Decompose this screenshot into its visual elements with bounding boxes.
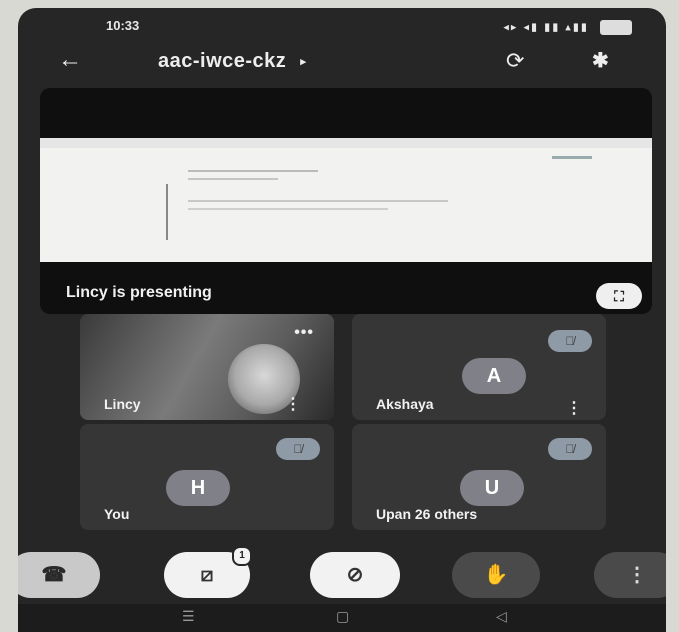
phone-screen: 10:33 ◂▸ ◂▮ ▮▮ ▴▮▮ ← aac-iwce-ckz ▸ ⟳ ✱ … [18, 8, 666, 632]
participant-name: You [104, 506, 130, 522]
mic-off-icon: 🎙̸ [548, 330, 592, 352]
more-dots-icon[interactable]: ••• [294, 324, 314, 342]
avatar: H [166, 470, 230, 506]
shared-text-line [188, 170, 318, 172]
mic-off-icon: 🎙̸ [548, 438, 592, 460]
fullscreen-button[interactable]: ⛶ [596, 283, 642, 309]
more-options-button[interactable]: ⋮ [594, 552, 666, 598]
participant-name: Akshaya [376, 396, 434, 412]
meeting-header: ← aac-iwce-ckz ▸ ⟳ ✱ [18, 42, 666, 86]
shared-screen [40, 138, 652, 262]
status-time: 10:33 [106, 18, 140, 33]
participant-name: Upan 26 others [376, 506, 477, 522]
participant-tile-akshaya[interactable]: 🎙̸ A Akshaya ⋮ [352, 314, 606, 420]
signal-icons: ◂▸ ◂▮ ▮▮ ▴▮▮ [503, 20, 632, 35]
shared-text-line [188, 208, 388, 210]
meeting-code-label: aac-iwce-ckz [158, 50, 287, 72]
tile-menu-icon[interactable]: ⋮ [566, 398, 582, 418]
tile-menu-icon[interactable]: ⋮ [285, 394, 301, 414]
switch-camera-icon[interactable]: ⟳ [506, 48, 524, 74]
mic-toggle-button[interactable]: ⊘ [310, 552, 400, 598]
system-nav-bar: ☰ ▢ ◁ [18, 604, 666, 632]
participant-name-label: Upan [376, 506, 411, 522]
shared-divider [166, 184, 168, 240]
presentation-panel[interactable]: Lincy is presenting ⛶ [40, 88, 652, 314]
participant-tile-lincy[interactable]: ••• Lincy ⋮ [80, 314, 334, 420]
battery-icon [600, 20, 632, 35]
participant-tile-you[interactable]: 🎙̸ H You [80, 424, 334, 530]
camera-toggle-button[interactable]: ⧄ 1 [164, 546, 252, 598]
status-bar: 10:33 ◂▸ ◂▮ ▮▮ ▴▮▮ [18, 8, 666, 44]
back-arrow-icon[interactable]: ← [58, 46, 82, 74]
avatar: A [462, 358, 526, 394]
camera-off-icon: ⧄ [200, 564, 214, 586]
avatar: U [460, 470, 524, 506]
presenting-label: Lincy is presenting [66, 284, 212, 301]
shared-text-line [188, 200, 448, 202]
meeting-code[interactable]: aac-iwce-ckz ▸ [158, 50, 306, 73]
participant-tile-others[interactable]: 🎙̸ U Upan 26 others [352, 424, 606, 530]
signal-icon: ◂▸ ◂▮ ▮▮ ▴▮▮ [503, 21, 589, 34]
home-icon[interactable]: ▢ [336, 608, 349, 625]
chevron-right-icon: ▸ [300, 56, 307, 69]
mic-off-icon: 🎙̸ [276, 438, 320, 460]
others-count: 26 others [414, 506, 478, 522]
shared-text-line [552, 156, 592, 159]
shared-text-line [188, 178, 278, 180]
participant-name: Lincy [104, 396, 141, 412]
recents-icon[interactable]: ☰ [182, 608, 195, 625]
raise-hand-button[interactable]: ✋ [452, 552, 540, 598]
bluetooth-audio-icon[interactable]: ✱ [592, 48, 609, 73]
shared-screen-toolbar [40, 138, 652, 148]
camera-badge: 1 [232, 546, 252, 566]
call-controls: ☎ ⧄ 1 ⊘ ✋ ⋮ [18, 546, 666, 602]
end-call-button[interactable]: ☎ [18, 552, 100, 598]
back-icon[interactable]: ◁ [496, 608, 507, 625]
